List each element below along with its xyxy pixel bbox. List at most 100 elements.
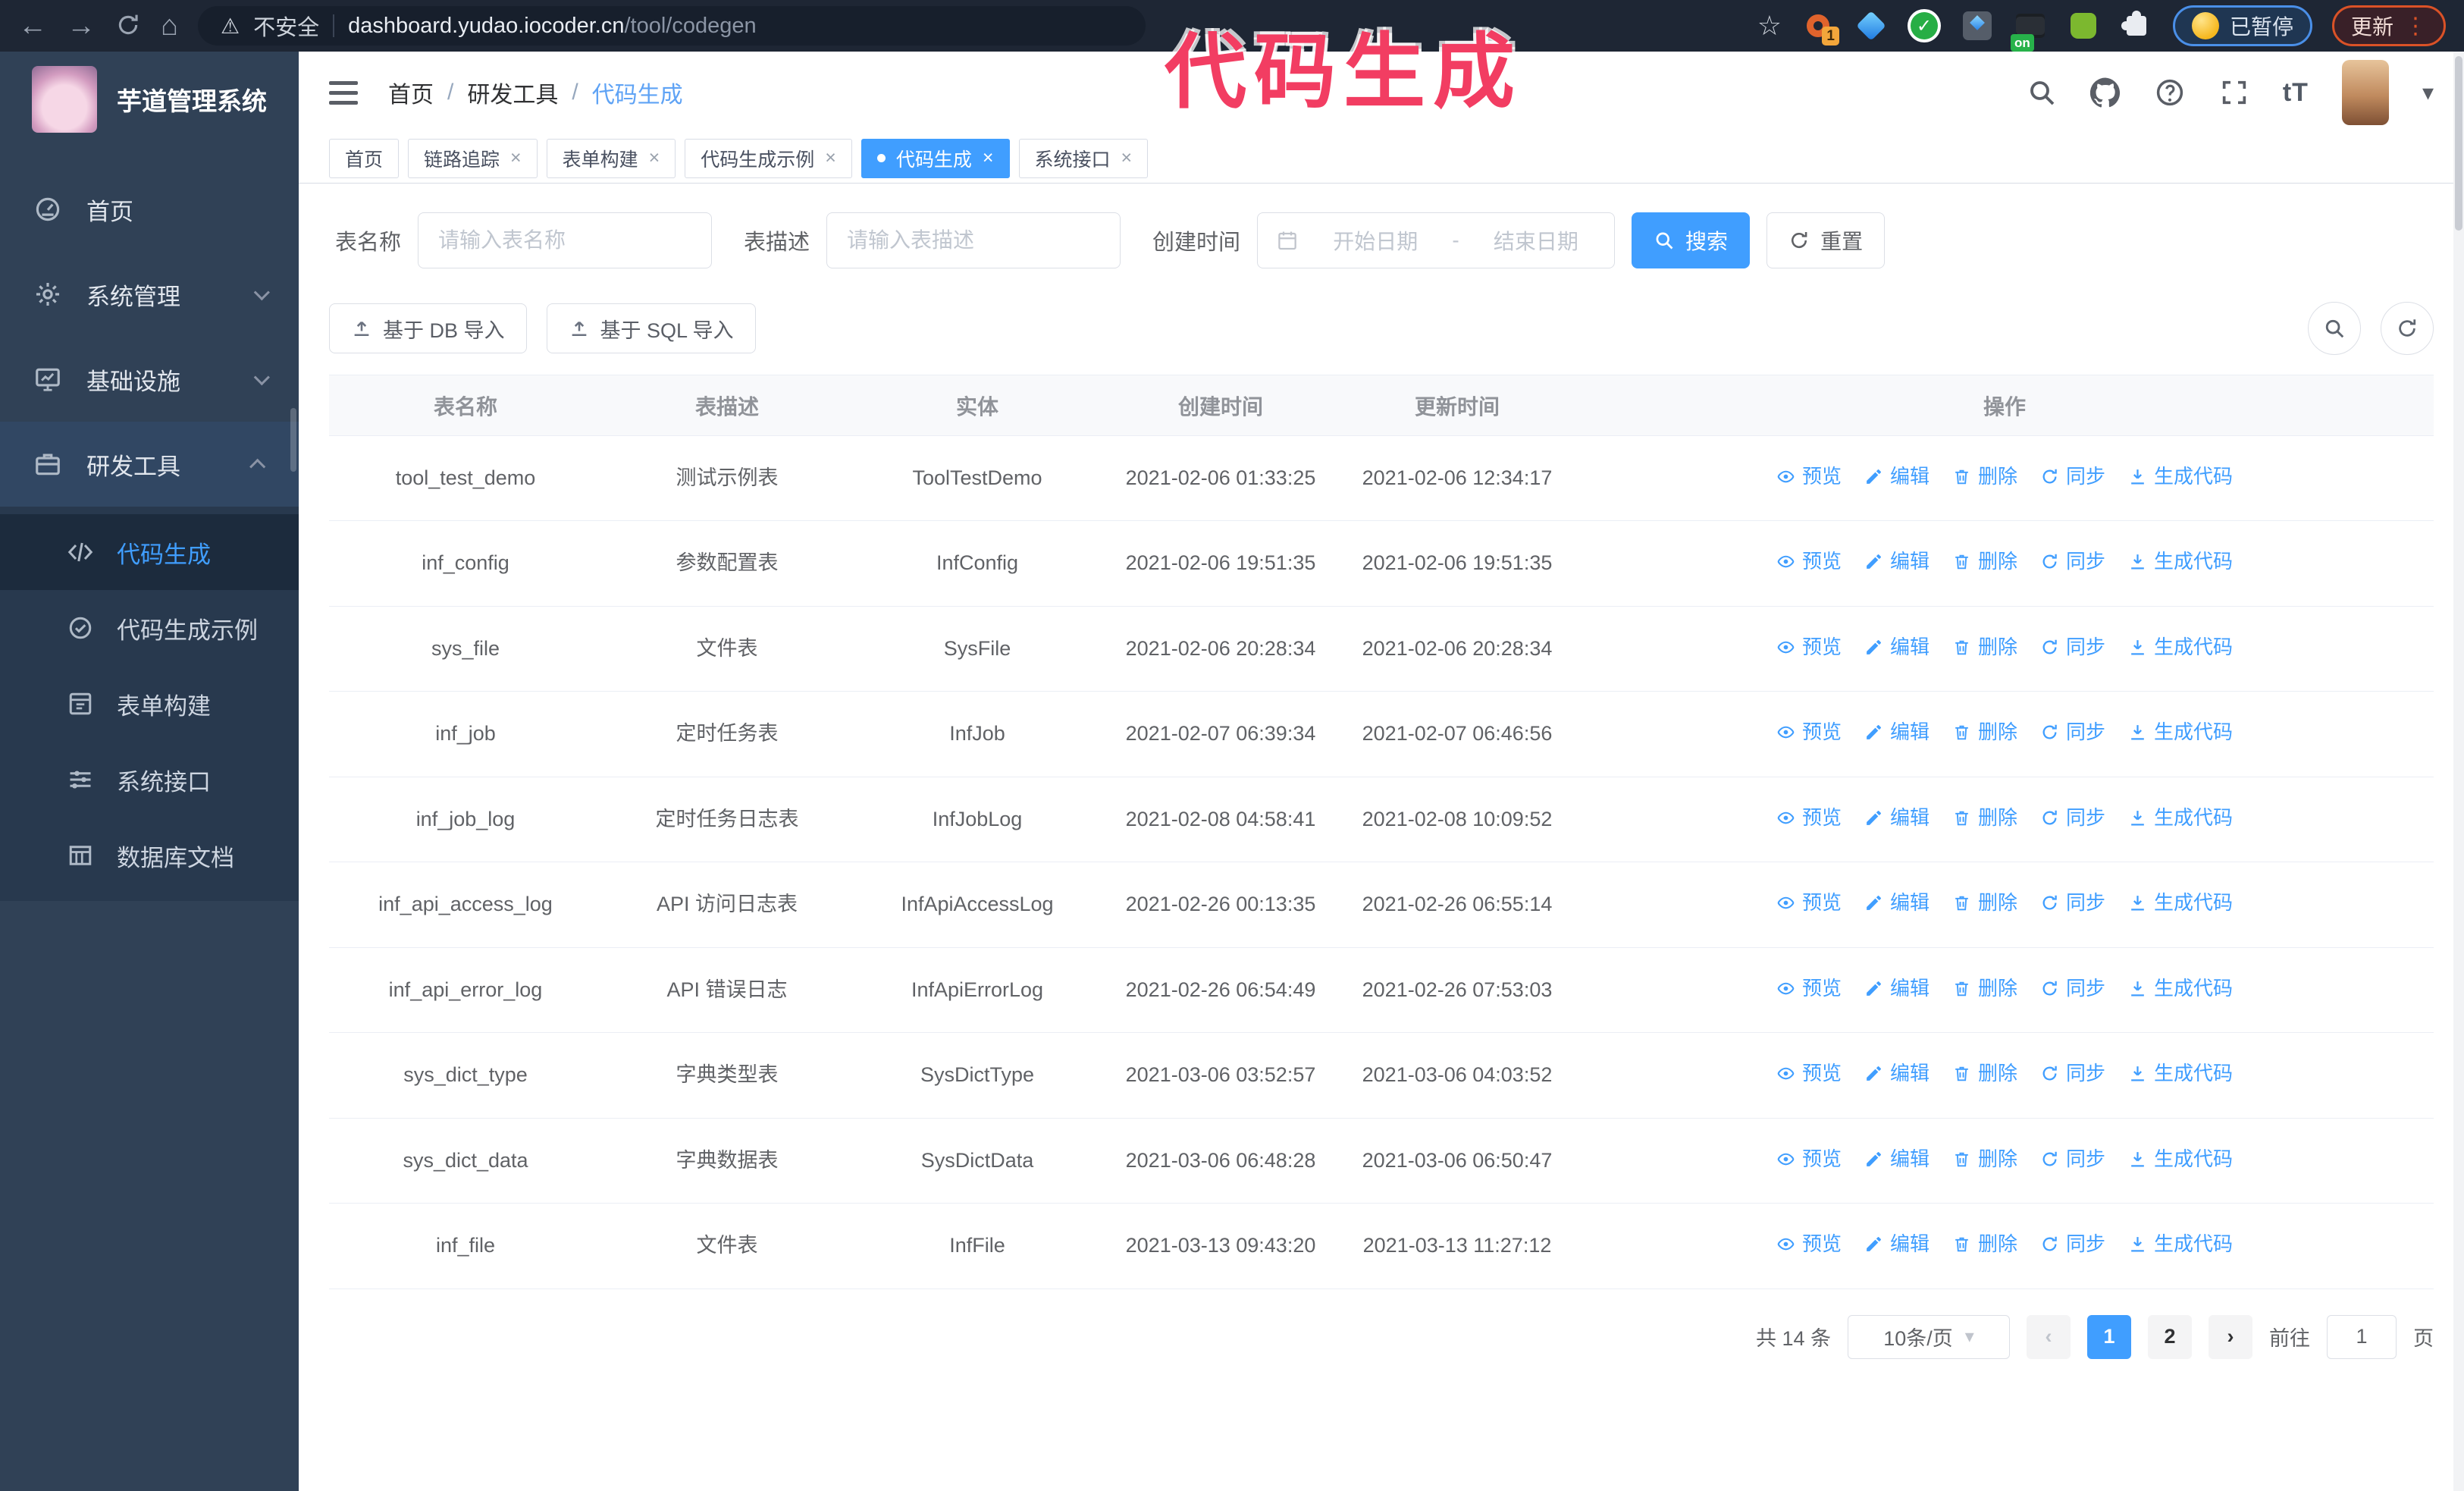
sync-link[interactable]: 同步 bbox=[2040, 802, 2105, 833]
table-name-input[interactable] bbox=[418, 212, 713, 268]
tab-home[interactable]: 首页 bbox=[329, 138, 400, 178]
close-icon[interactable]: × bbox=[510, 147, 522, 169]
avatar-caret-icon[interactable]: ▾ bbox=[2422, 80, 2434, 106]
end-date-placeholder[interactable]: 结束日期 bbox=[1476, 225, 1596, 256]
tab-form-builder[interactable]: 表单构建 × bbox=[546, 138, 676, 178]
sync-link[interactable]: 同步 bbox=[2040, 546, 2105, 576]
generate-code-link[interactable]: 生成代码 bbox=[2128, 546, 2233, 576]
user-avatar[interactable] bbox=[2341, 60, 2389, 125]
forward-icon[interactable]: → bbox=[67, 11, 96, 40]
sync-link[interactable]: 同步 bbox=[2040, 1144, 2105, 1174]
logo-row[interactable]: 芋道管理系统 bbox=[0, 52, 299, 147]
extension-icon-green[interactable] bbox=[2067, 9, 2100, 42]
preview-link[interactable]: 预览 bbox=[1776, 1058, 1842, 1088]
search-icon[interactable] bbox=[2027, 77, 2057, 108]
fullscreen-icon[interactable] bbox=[2219, 77, 2249, 108]
edit-link[interactable]: 编辑 bbox=[1864, 802, 1930, 833]
sync-link[interactable]: 同步 bbox=[2040, 973, 2105, 1003]
date-range-picker[interactable]: 开始日期 - 结束日期 bbox=[1257, 212, 1616, 268]
start-date-placeholder[interactable]: 开始日期 bbox=[1315, 225, 1435, 256]
back-icon[interactable]: ← bbox=[18, 11, 47, 40]
generate-code-link[interactable]: 生成代码 bbox=[2128, 717, 2233, 747]
edit-link[interactable]: 编辑 bbox=[1864, 546, 1930, 576]
extension-icon-on[interactable]: on bbox=[2010, 9, 2047, 52]
db-import-button[interactable]: 基于 DB 导入 bbox=[329, 303, 527, 353]
generate-code-link[interactable]: 生成代码 bbox=[2128, 802, 2233, 833]
address-bar[interactable]: ⚠ 不安全 dashboard.yudao.iocoder.cn/tool/co… bbox=[197, 6, 1146, 46]
bookmark-star-icon[interactable]: ☆ bbox=[1757, 10, 1782, 42]
submenu-item-form-builder[interactable]: 表单构建 bbox=[0, 666, 299, 742]
toggle-search-button[interactable] bbox=[2308, 302, 2361, 355]
extension-icon-green-check[interactable]: ✓ bbox=[1907, 9, 1941, 42]
preview-link[interactable]: 预览 bbox=[1776, 632, 1842, 662]
chrome-update-button[interactable]: 更新 ⋮ bbox=[2331, 5, 2446, 46]
generate-code-link[interactable]: 生成代码 bbox=[2128, 1229, 2233, 1259]
hamburger-icon[interactable] bbox=[329, 80, 358, 105]
page-button-1[interactable]: 1 bbox=[2087, 1314, 2131, 1359]
page-button-2[interactable]: 2 bbox=[2148, 1314, 2192, 1359]
breadcrumb-devtools[interactable]: 研发工具 bbox=[467, 76, 558, 109]
next-page-button[interactable]: › bbox=[2209, 1314, 2252, 1359]
extension-icon-orange[interactable]: 1 bbox=[1801, 9, 1839, 46]
table-desc-input[interactable] bbox=[826, 212, 1121, 268]
refresh-table-button[interactable] bbox=[2381, 302, 2434, 355]
sidebar-item-system[interactable]: 系统管理 bbox=[0, 252, 299, 337]
extension-icon-grid[interactable] bbox=[1961, 9, 1994, 42]
delete-link[interactable]: 删除 bbox=[1952, 887, 2017, 918]
delete-link[interactable]: 删除 bbox=[1952, 461, 2017, 491]
delete-link[interactable]: 删除 bbox=[1952, 1229, 2017, 1259]
edit-link[interactable]: 编辑 bbox=[1864, 632, 1930, 662]
profile-paused-button[interactable]: 已暂停 bbox=[2172, 5, 2312, 46]
delete-link[interactable]: 删除 bbox=[1952, 632, 2017, 662]
sidebar-item-devtools[interactable]: 研发工具 bbox=[0, 422, 299, 507]
edit-link[interactable]: 编辑 bbox=[1864, 1144, 1930, 1174]
sidebar-item-infra[interactable]: 基础设施 bbox=[0, 337, 299, 422]
delete-link[interactable]: 删除 bbox=[1952, 717, 2017, 747]
search-button[interactable]: 搜索 bbox=[1632, 212, 1751, 268]
preview-link[interactable]: 预览 bbox=[1776, 802, 1842, 833]
prev-page-button[interactable]: ‹ bbox=[2027, 1314, 2071, 1359]
tab-codegen-example[interactable]: 代码生成示例 × bbox=[685, 138, 852, 178]
preview-link[interactable]: 预览 bbox=[1776, 1229, 1842, 1259]
sync-link[interactable]: 同步 bbox=[2040, 632, 2105, 662]
preview-link[interactable]: 预览 bbox=[1776, 717, 1842, 747]
close-icon[interactable]: × bbox=[983, 147, 994, 169]
sql-import-button[interactable]: 基于 SQL 导入 bbox=[546, 303, 756, 353]
close-icon[interactable]: × bbox=[649, 147, 660, 169]
generate-code-link[interactable]: 生成代码 bbox=[2128, 1058, 2233, 1088]
tab-codegen[interactable]: 代码生成 × bbox=[861, 138, 1010, 178]
sync-link[interactable]: 同步 bbox=[2040, 717, 2105, 747]
edit-link[interactable]: 编辑 bbox=[1864, 973, 1930, 1003]
font-size-icon[interactable]: tT bbox=[2283, 78, 2309, 108]
reload-icon[interactable] bbox=[115, 12, 141, 39]
edit-link[interactable]: 编辑 bbox=[1864, 717, 1930, 747]
reset-button[interactable]: 重置 bbox=[1766, 212, 1886, 268]
submenu-item-codegen-example[interactable]: 代码生成示例 bbox=[0, 590, 299, 666]
delete-link[interactable]: 删除 bbox=[1952, 1058, 2017, 1088]
close-icon[interactable]: × bbox=[825, 147, 836, 169]
help-icon[interactable] bbox=[2154, 77, 2186, 108]
preview-link[interactable]: 预览 bbox=[1776, 1144, 1842, 1174]
chrome-menu-icon[interactable]: ⋮ bbox=[2404, 13, 2427, 39]
extensions-puzzle-icon[interactable] bbox=[2120, 9, 2153, 42]
goto-page-input[interactable] bbox=[2327, 1314, 2397, 1359]
generate-code-link[interactable]: 生成代码 bbox=[2128, 887, 2233, 918]
github-icon[interactable] bbox=[2090, 77, 2121, 108]
preview-link[interactable]: 预览 bbox=[1776, 546, 1842, 576]
preview-link[interactable]: 预览 bbox=[1776, 973, 1842, 1003]
breadcrumb-home[interactable]: 首页 bbox=[388, 76, 434, 109]
generate-code-link[interactable]: 生成代码 bbox=[2128, 1144, 2233, 1174]
edit-link[interactable]: 编辑 bbox=[1864, 1058, 1930, 1088]
page-scrollbar[interactable] bbox=[2453, 52, 2464, 1491]
delete-link[interactable]: 删除 bbox=[1952, 546, 2017, 576]
close-icon[interactable]: × bbox=[1121, 147, 1133, 169]
submenu-item-db-doc[interactable]: 数据库文档 bbox=[0, 818, 299, 893]
extension-icon-gem[interactable] bbox=[1854, 9, 1888, 42]
tab-trace[interactable]: 链路追踪 × bbox=[408, 138, 538, 178]
edit-link[interactable]: 编辑 bbox=[1864, 461, 1930, 491]
sync-link[interactable]: 同步 bbox=[2040, 1058, 2105, 1088]
submenu-item-system-api[interactable]: 系统接口 bbox=[0, 742, 299, 818]
delete-link[interactable]: 删除 bbox=[1952, 973, 2017, 1003]
generate-code-link[interactable]: 生成代码 bbox=[2128, 632, 2233, 662]
generate-code-link[interactable]: 生成代码 bbox=[2128, 461, 2233, 491]
